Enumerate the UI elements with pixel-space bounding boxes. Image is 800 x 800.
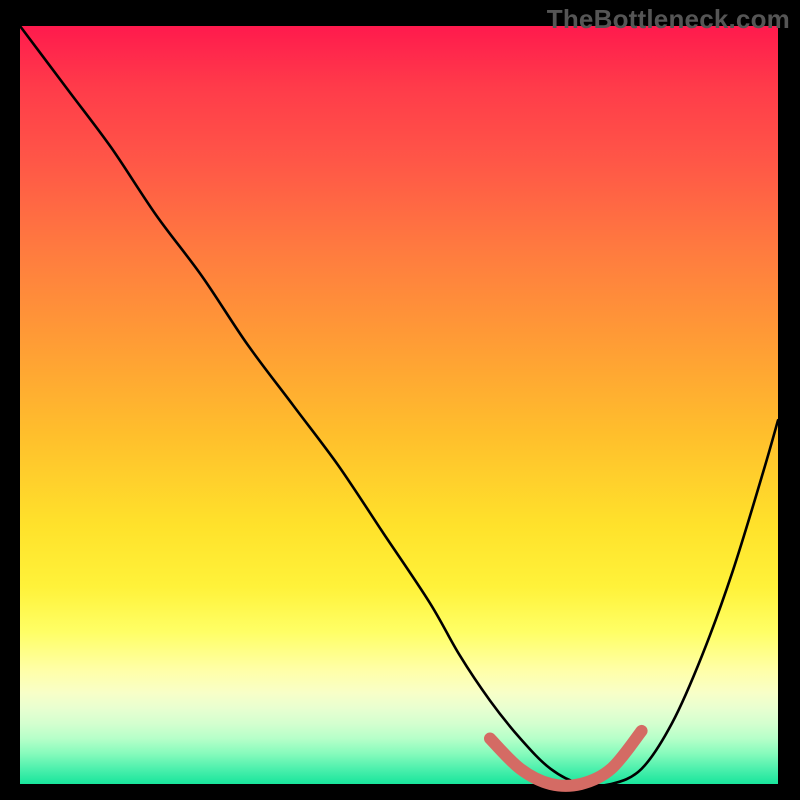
curve-svg — [20, 26, 778, 784]
chart-stage: TheBottleneck.com — [0, 0, 800, 800]
bottleneck-curve — [20, 26, 778, 786]
watermark-text: TheBottleneck.com — [547, 4, 790, 35]
plot-inner — [20, 26, 778, 784]
plot-frame — [20, 26, 778, 784]
